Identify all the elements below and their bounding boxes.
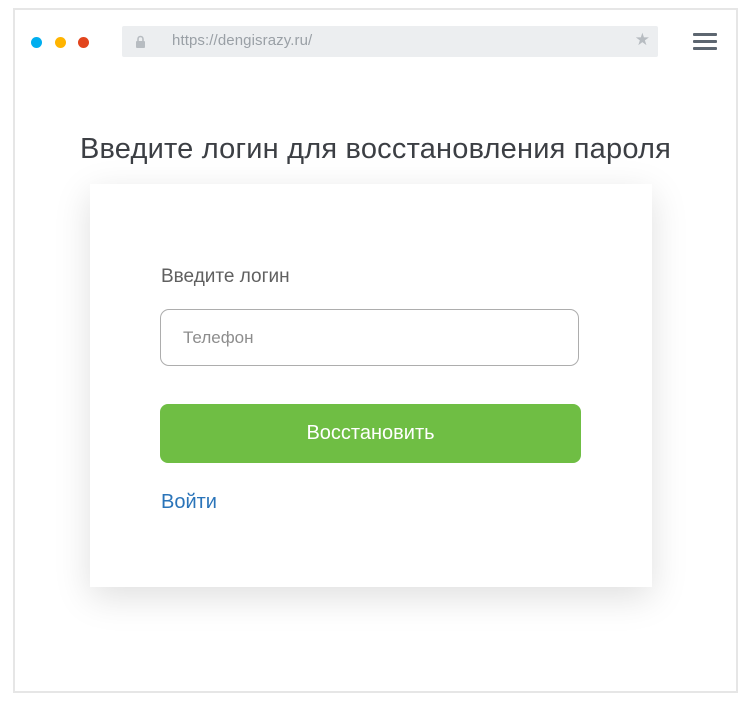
page-title: Введите логин для восстановления пароля — [79, 133, 672, 166]
login-link[interactable]: Войти — [161, 491, 217, 514]
window-dot-yellow — [55, 37, 66, 48]
window-dot-red — [78, 37, 89, 48]
address-bar[interactable]: https://dengisrazy.ru/ ★ — [122, 26, 658, 57]
recovery-form-card: Введите логин Восстановить Войти — [90, 184, 652, 587]
window-dot-blue — [31, 37, 42, 48]
restore-button[interactable]: Восстановить — [160, 404, 581, 463]
login-field-label: Введите логин — [161, 266, 290, 287]
url-text[interactable]: https://dengisrazy.ru/ — [172, 32, 312, 49]
browser-toolbar: https://dengisrazy.ru/ ★ — [15, 10, 736, 70]
hamburger-menu-icon[interactable] — [693, 33, 717, 50]
lock-icon — [136, 35, 145, 48]
star-icon[interactable]: ★ — [635, 30, 650, 50]
browser-window: https://dengisrazy.ru/ ★ Введите логин д… — [13, 8, 738, 693]
phone-input[interactable] — [160, 309, 579, 366]
